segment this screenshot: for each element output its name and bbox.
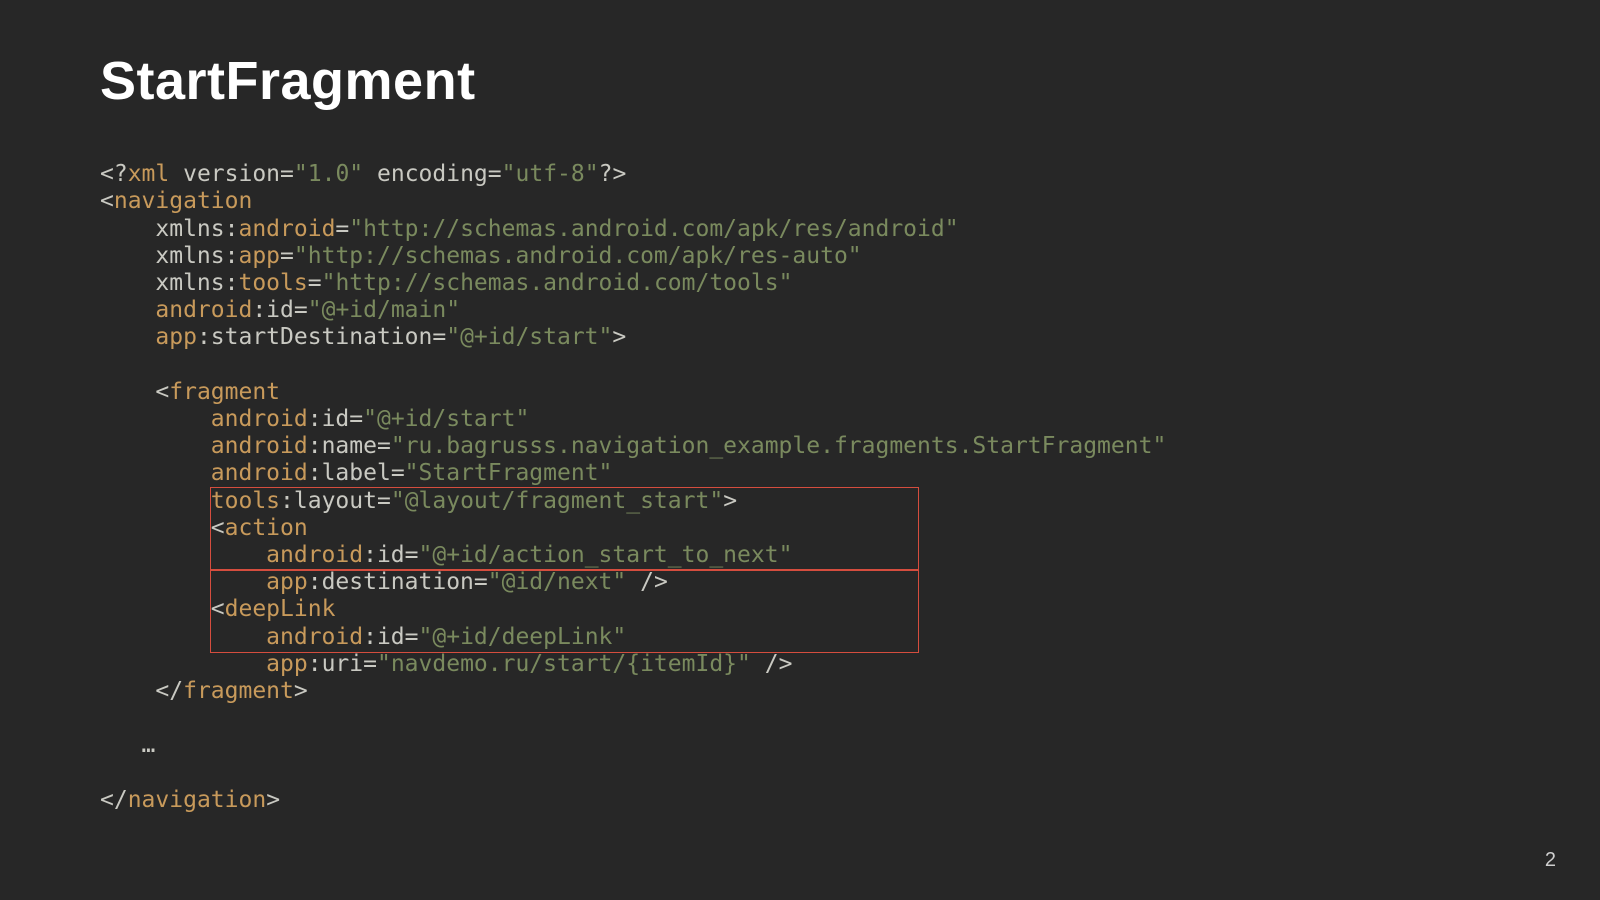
action-id: @+id/action_start_to_next bbox=[432, 542, 778, 568]
start-destination: @+id/start bbox=[460, 324, 598, 350]
fragment-name: ru.bagrusss.navigation_example.fragments… bbox=[405, 433, 1153, 459]
page-title: StartFragment bbox=[100, 50, 1500, 112]
fragment-label: StartFragment bbox=[419, 460, 599, 486]
ns-app: http://schemas.android.com/apk/res-auto bbox=[308, 243, 848, 269]
tag-action: action bbox=[225, 515, 308, 541]
action-destination: @id/next bbox=[502, 569, 613, 595]
deeplink-id: @+id/deepLink bbox=[432, 624, 612, 650]
xml-version: 1.0 bbox=[308, 161, 350, 187]
deeplink-uri: navdemo.ru/start/{itemId} bbox=[391, 651, 737, 677]
tag-navigation-open: navigation bbox=[114, 188, 252, 214]
xml-encoding: utf-8 bbox=[516, 161, 585, 187]
ns-android: http://schemas.android.com/apk/res/andro… bbox=[363, 216, 945, 242]
tag-fragment-close: fragment bbox=[183, 678, 294, 704]
ns-tools: http://schemas.android.com/tools bbox=[335, 270, 778, 296]
nav-id: @+id/main bbox=[322, 297, 447, 323]
tag-fragment-open: fragment bbox=[169, 379, 280, 405]
ellipsis: … bbox=[142, 732, 156, 758]
code-block: <?xml version="1.0" encoding="utf-8"?> <… bbox=[100, 134, 1500, 900]
tag-deeplink: deepLink bbox=[225, 596, 336, 622]
fragment-id: @+id/start bbox=[377, 406, 515, 432]
tag-navigation-close: navigation bbox=[128, 787, 266, 813]
page-number: 2 bbox=[1545, 849, 1556, 872]
slide: StartFragment <?xml version="1.0" encodi… bbox=[0, 0, 1600, 900]
fragment-layout: @layout/fragment_start bbox=[405, 488, 710, 514]
